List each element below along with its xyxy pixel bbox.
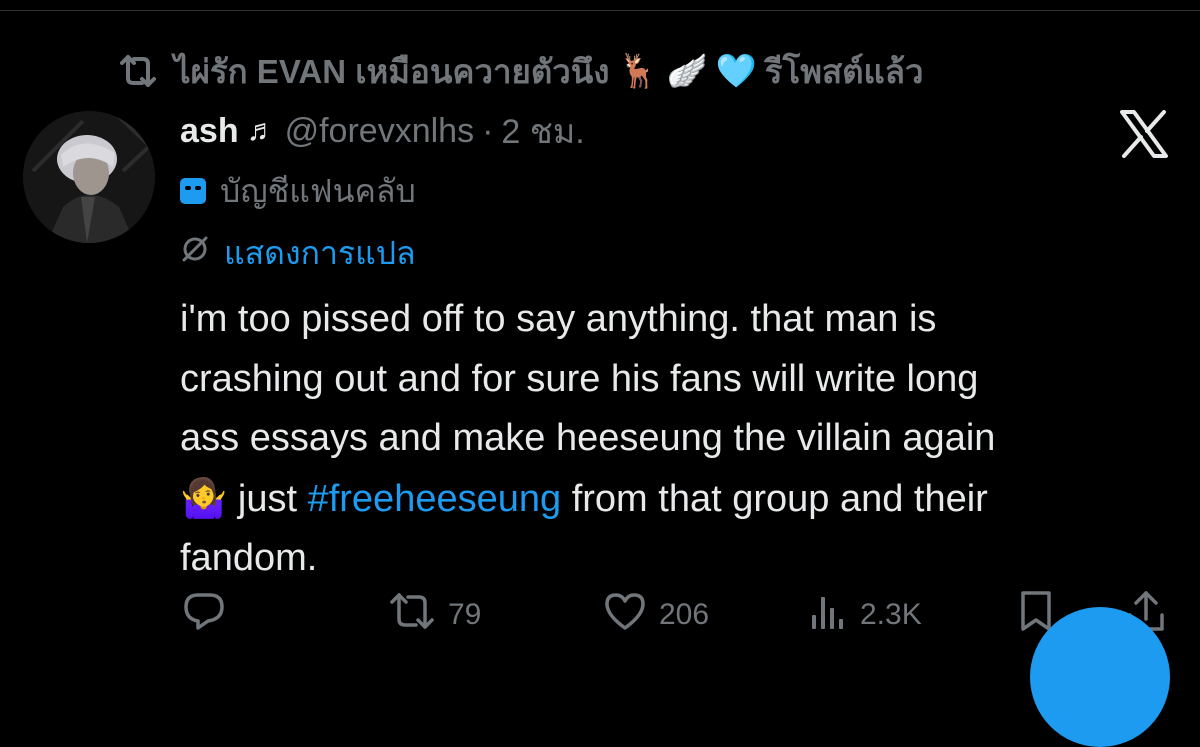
views-count: 2.3K (860, 598, 922, 631)
fan-account-label: บัญชีแฟนคลับ (220, 172, 416, 209)
author-handle[interactable]: @forevxnlhs (285, 112, 474, 151)
tweet-line: ass essays and make heeseung the villain… (180, 417, 996, 459)
tweet-line: fandom. (180, 537, 318, 579)
fan-account-badge[interactable]: บัญชีแฟนคลับ (180, 168, 416, 214)
like-icon (603, 591, 647, 639)
repost-user[interactable]: ไผ่รัก EVAN เหมือนควายตัวนึง (174, 45, 609, 98)
reposted-label: รีโพสต์แล้ว (764, 52, 924, 90)
hashtag-link[interactable]: #freeheeseung (308, 478, 562, 520)
light-blue-heart-emoji: 🩵 (715, 51, 757, 90)
deer-emoji: 🦌 (617, 51, 659, 90)
tweet-text: i'm too pissed off to say anything. that… (180, 290, 1180, 589)
like-count: 206 (659, 598, 710, 631)
wing-emoji: 🪽 (666, 51, 708, 90)
separator-dot: · (482, 111, 494, 150)
retweet-count: 79 (448, 598, 482, 631)
show-translation-button[interactable]: แสดงการแปล (180, 230, 416, 276)
tweet-line: crashing out and for sure his fans will … (180, 357, 979, 400)
tweet-fragment: just (227, 477, 308, 520)
avatar-photo (23, 111, 155, 243)
views-button[interactable]: 2.3K (808, 590, 922, 640)
avatar[interactable] (23, 111, 155, 243)
shrug-emoji: 🤷‍♀️ (180, 475, 228, 520)
tweet-header: ash ♬ @forevxnlhs · 2 ชม. (180, 108, 585, 154)
tweet-fragment: from that group and their (561, 477, 988, 520)
views-icon (808, 591, 848, 639)
x-logo-icon (1118, 110, 1170, 158)
post-time[interactable]: 2 ชม. (501, 104, 584, 158)
compose-fab[interactable] (1030, 607, 1170, 747)
top-divider (0, 10, 1200, 11)
repost-banner[interactable]: ไผ่รัก EVAN เหมือนควายตัวนึง 🦌 🪽 🩵 รีโพส… (118, 48, 924, 94)
retweet-icon (118, 51, 166, 91)
author-name-note: ♬ (246, 114, 277, 147)
reply-button[interactable] (182, 590, 226, 640)
reply-icon (182, 591, 226, 639)
translate-label[interactable]: แสดงการแปล (224, 228, 416, 279)
retweet-button[interactable]: 79 (388, 590, 481, 640)
author-name[interactable]: ash (180, 112, 239, 151)
action-bar: 79 206 2.3K (0, 590, 1200, 640)
tweet-line: i'm too pissed off to say anything. that… (180, 298, 937, 340)
like-button[interactable]: 206 (603, 590, 709, 640)
tweet-line: 🤷‍♀️ just #freeheeseung from that group … (180, 469, 1180, 530)
translate-icon (180, 234, 210, 272)
masks-icon (180, 178, 206, 204)
retweet-icon (388, 591, 436, 639)
